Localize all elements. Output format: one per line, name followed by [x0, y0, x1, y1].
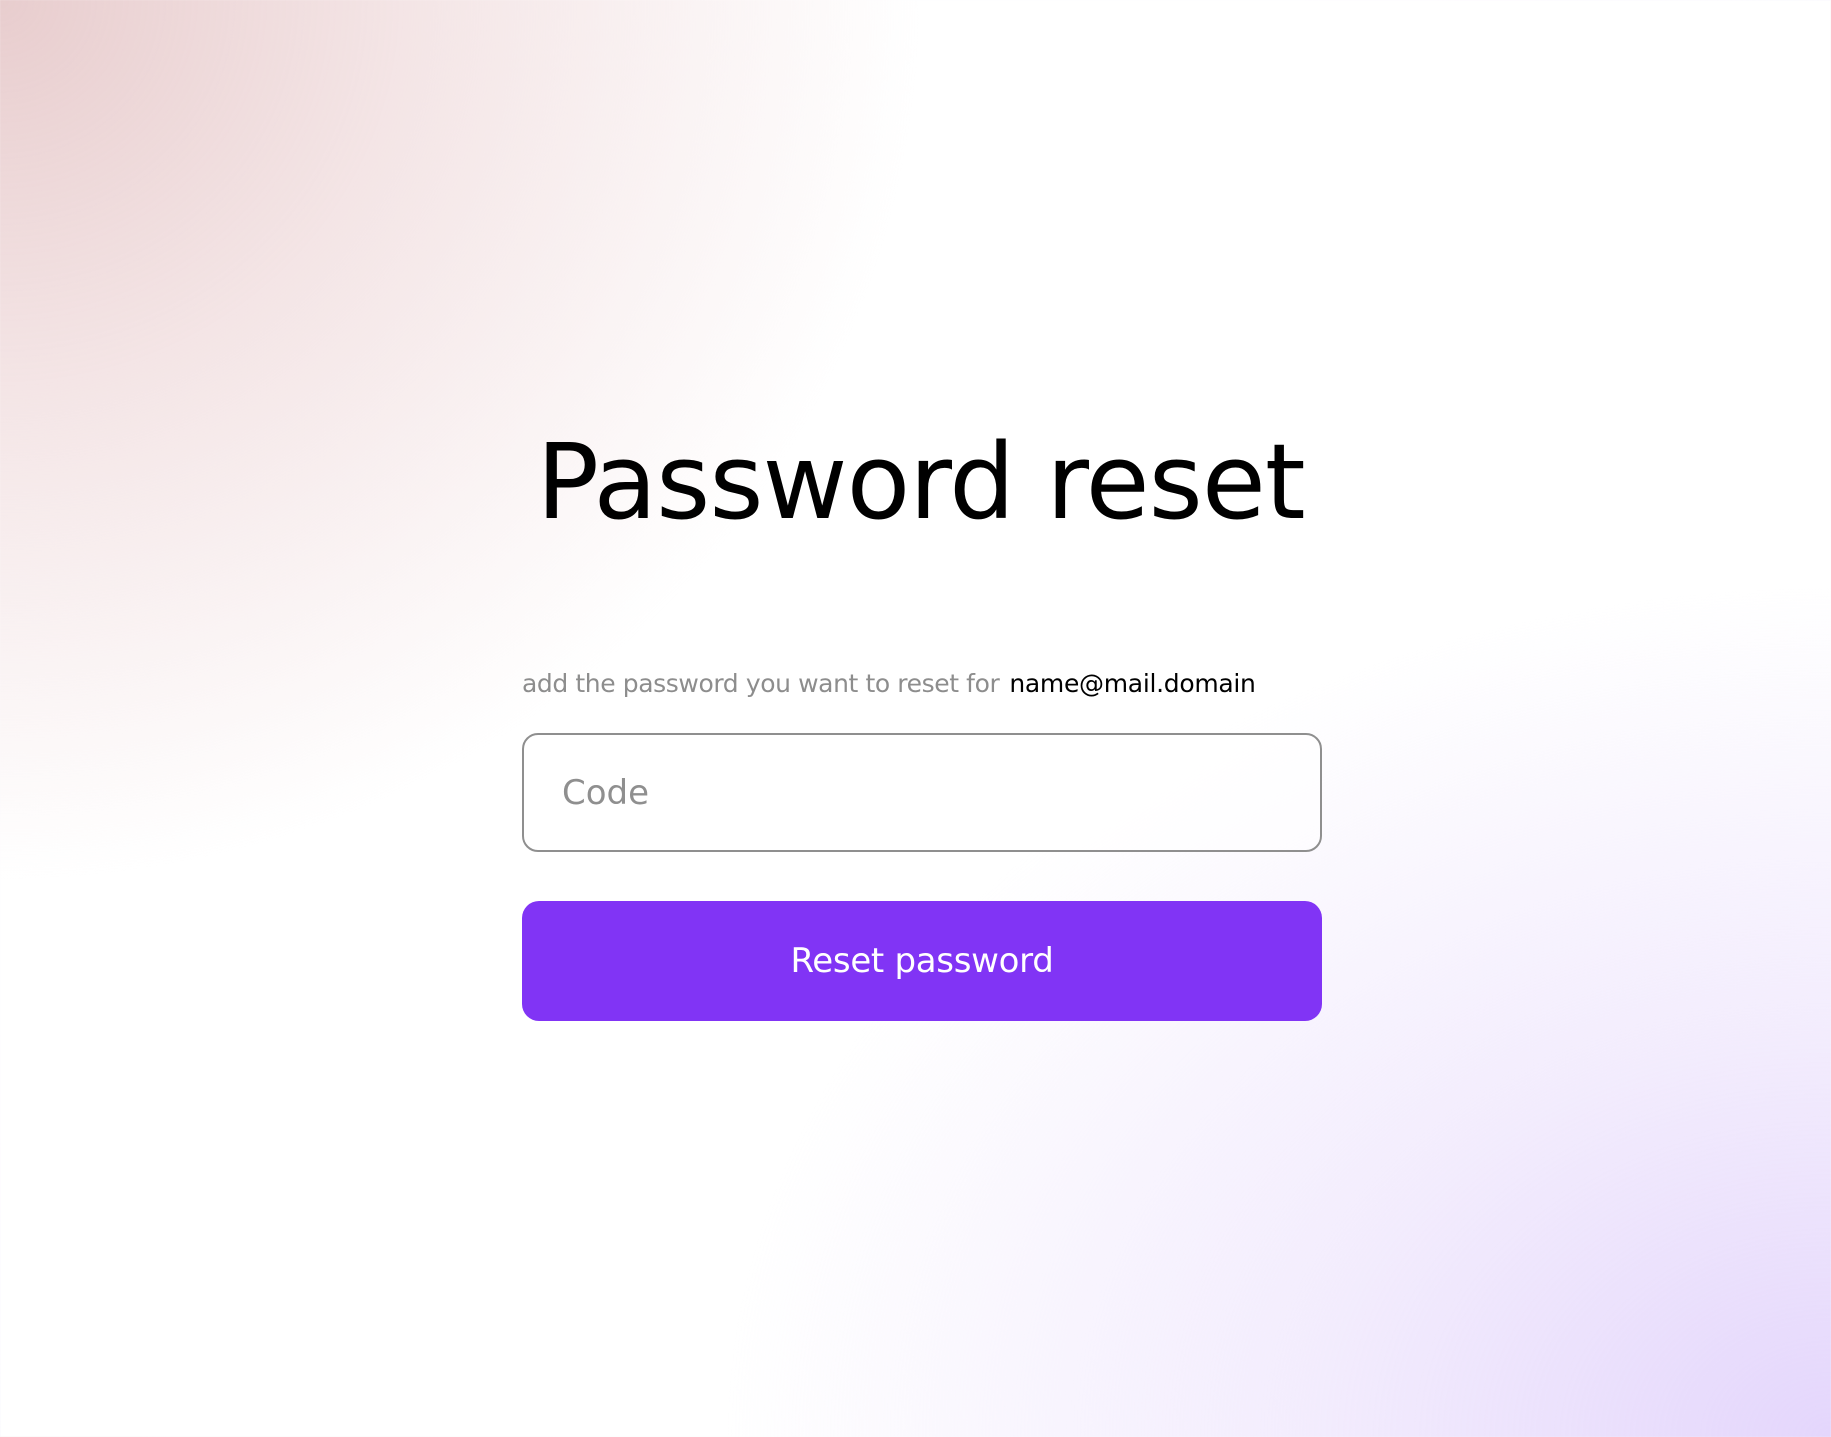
reset-hint-text: add the password you want to reset for [522, 669, 1000, 698]
page-title: Password reset [536, 421, 1305, 543]
code-input[interactable] [522, 733, 1322, 852]
reset-password-button[interactable]: Reset password [522, 901, 1322, 1021]
reset-hint: add the password you want to reset for n… [522, 662, 1322, 706]
password-reset-form: add the password you want to reset for n… [522, 662, 1322, 1021]
reset-hint-email: name@mail.domain [1009, 669, 1256, 698]
